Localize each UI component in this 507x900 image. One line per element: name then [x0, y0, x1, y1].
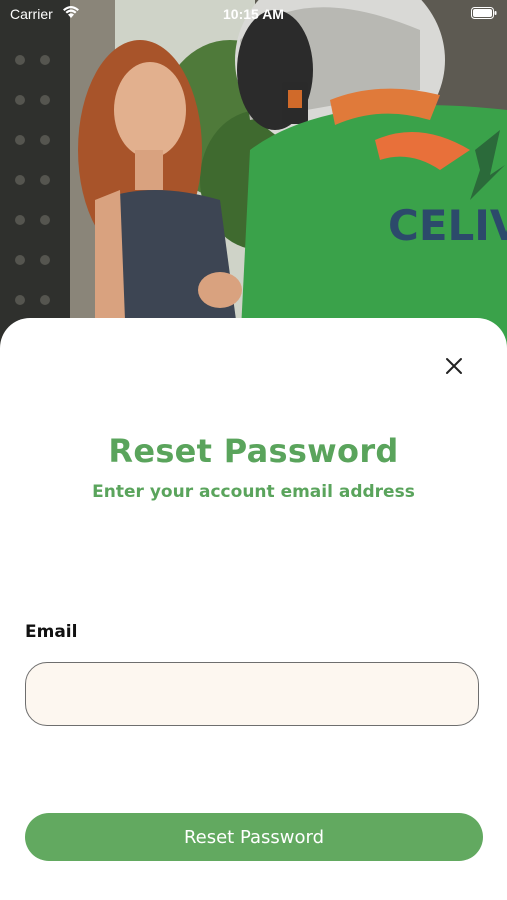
email-label: Email: [25, 622, 78, 642]
shirt-logo-text: CELIV: [388, 201, 507, 250]
reset-password-screen: CELIV Carrier 10:15 AM Reset Password En…: [0, 0, 507, 900]
reset-password-button[interactable]: Reset Password: [25, 813, 483, 861]
reset-password-sheet: Reset Password Enter your account email …: [0, 318, 507, 900]
close-icon: [446, 358, 462, 374]
hero-photo: CELIV: [0, 0, 507, 350]
hero-image: CELIV: [0, 0, 507, 350]
page-subtitle: Enter your account email address: [92, 482, 415, 502]
battery-icon: [471, 7, 497, 19]
status-time: 10:15 AM: [223, 6, 284, 22]
page-title: Reset Password: [108, 432, 399, 470]
close-button[interactable]: [438, 350, 470, 382]
email-field[interactable]: [25, 662, 479, 726]
status-bar: Carrier 10:15 AM: [0, 0, 507, 28]
